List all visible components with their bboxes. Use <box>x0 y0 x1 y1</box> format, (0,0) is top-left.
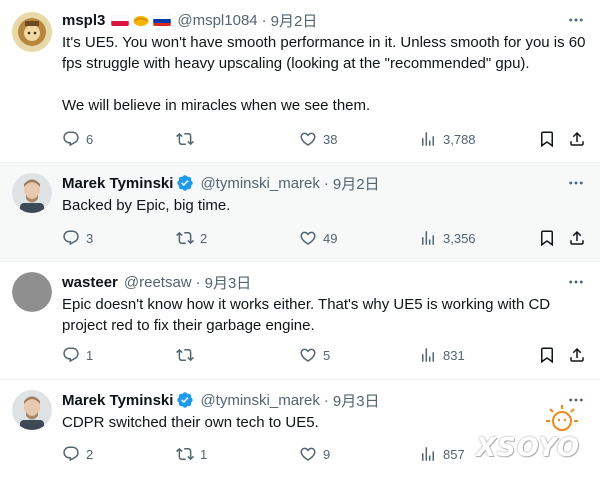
russia-flag-icon <box>153 14 172 26</box>
retweet-icon <box>176 445 194 463</box>
share-icon <box>568 229 586 247</box>
like-button[interactable]: 49 <box>299 229 337 247</box>
bookmark-button[interactable] <box>538 346 556 364</box>
author-handle[interactable]: @tyminski_marek <box>200 175 319 192</box>
tweet-date[interactable]: 9月3日 <box>205 272 252 293</box>
poland-flag-icon <box>111 14 130 26</box>
bookmark-button[interactable] <box>538 229 556 247</box>
separator: · <box>323 174 329 192</box>
retweet-count: 1 <box>200 446 208 462</box>
tweet-text: It's UE5. You won't have smooth performa… <box>62 34 586 114</box>
views-chart-icon <box>419 229 437 247</box>
author-name[interactable]: wasteer <box>62 274 118 291</box>
retweet-icon <box>176 130 194 148</box>
share-button[interactable] <box>568 229 586 247</box>
reply-count: 6 <box>86 131 94 147</box>
views-button[interactable]: 831 <box>419 346 465 364</box>
tweet-text: Epic doesn't know how it works either. T… <box>62 296 555 334</box>
reply-button[interactable]: 2 <box>62 445 93 463</box>
tweet-date[interactable]: 9月2日 <box>271 10 318 31</box>
views-button[interactable]: 3,356 <box>419 229 476 247</box>
retweet-button[interactable] <box>176 130 200 148</box>
view-count: 3,356 <box>443 230 476 246</box>
reply-icon <box>62 445 80 463</box>
view-count: 3,788 <box>443 131 476 147</box>
separator: · <box>323 391 329 409</box>
author-handle[interactable]: @reetsaw <box>124 274 192 291</box>
avatar[interactable] <box>12 12 52 52</box>
more-icon[interactable] <box>566 272 586 292</box>
view-count: 857 <box>443 446 465 462</box>
reply-icon <box>62 346 80 364</box>
reply-button[interactable]: 6 <box>62 130 93 148</box>
reply-button[interactable]: 1 <box>62 346 93 364</box>
more-icon[interactable] <box>566 173 586 193</box>
heart-icon <box>299 229 317 247</box>
watermark-text: XSOYO <box>476 433 580 463</box>
reply-icon <box>62 229 80 247</box>
heart-icon <box>299 445 317 463</box>
views-chart-icon <box>419 130 437 148</box>
author-name[interactable]: Marek Tyminski <box>62 175 173 192</box>
tweet[interactable]: mspl3 @mspl1084 · 9月2日 It's UE5. You won… <box>0 0 600 163</box>
view-count: 831 <box>443 347 465 363</box>
avatar[interactable] <box>12 272 52 312</box>
avatar[interactable] <box>12 390 52 430</box>
heart-icon <box>299 346 317 364</box>
handshake-icon <box>133 14 149 26</box>
views-button[interactable]: 857 <box>419 445 465 463</box>
tweet[interactable]: wasteer @reetsaw · 9月3日 Epic doesn't kno… <box>0 262 600 380</box>
like-count: 38 <box>323 131 338 147</box>
reply-count: 2 <box>86 446 94 462</box>
tweet[interactable]: Marek Tyminski @tyminski_marek · 9月2日 Ba… <box>0 163 600 262</box>
separator: · <box>261 11 267 29</box>
retweet-count: 2 <box>200 230 208 246</box>
like-count: 49 <box>323 230 338 246</box>
views-chart-icon <box>419 346 437 364</box>
like-count: 9 <box>323 446 331 462</box>
retweet-button[interactable] <box>176 346 200 364</box>
bookmark-icon <box>538 346 556 364</box>
retweet-button[interactable]: 2 <box>176 229 207 247</box>
views-chart-icon <box>419 445 437 463</box>
retweet-button[interactable]: 1 <box>176 445 207 463</box>
more-icon[interactable] <box>566 10 586 30</box>
views-button[interactable]: 3,788 <box>419 130 476 148</box>
retweet-icon <box>176 346 194 364</box>
reply-count: 1 <box>86 347 94 363</box>
watermark-logo: XSOYO <box>476 403 586 463</box>
share-icon <box>568 130 586 148</box>
heart-icon <box>299 130 317 148</box>
like-button[interactable]: 38 <box>299 130 337 148</box>
author-name[interactable]: mspl3 <box>62 12 105 29</box>
verified-badge-icon <box>176 174 194 192</box>
reply-icon <box>62 130 80 148</box>
share-button[interactable] <box>568 346 586 364</box>
share-icon <box>568 346 586 364</box>
author-handle[interactable]: @mspl1084 <box>177 12 257 29</box>
tweet-date[interactable]: 9月2日 <box>333 173 380 194</box>
author-handle[interactable]: @tyminski_marek <box>200 392 319 409</box>
tweet-text: Backed by Epic, big time. <box>62 197 231 214</box>
separator: · <box>195 273 201 291</box>
like-button[interactable]: 5 <box>299 346 330 364</box>
like-button[interactable]: 9 <box>299 445 330 463</box>
bookmark-button[interactable] <box>538 130 556 148</box>
like-count: 5 <box>323 347 331 363</box>
bookmark-icon <box>538 130 556 148</box>
retweet-icon <box>176 229 194 247</box>
avatar[interactable] <box>12 173 52 213</box>
bookmark-icon <box>538 229 556 247</box>
share-button[interactable] <box>568 130 586 148</box>
reply-button[interactable]: 3 <box>62 229 93 247</box>
verified-badge-icon <box>176 391 194 409</box>
reply-count: 3 <box>86 230 94 246</box>
author-name[interactable]: Marek Tyminski <box>62 392 173 409</box>
tweet-date[interactable]: 9月3日 <box>333 390 380 411</box>
